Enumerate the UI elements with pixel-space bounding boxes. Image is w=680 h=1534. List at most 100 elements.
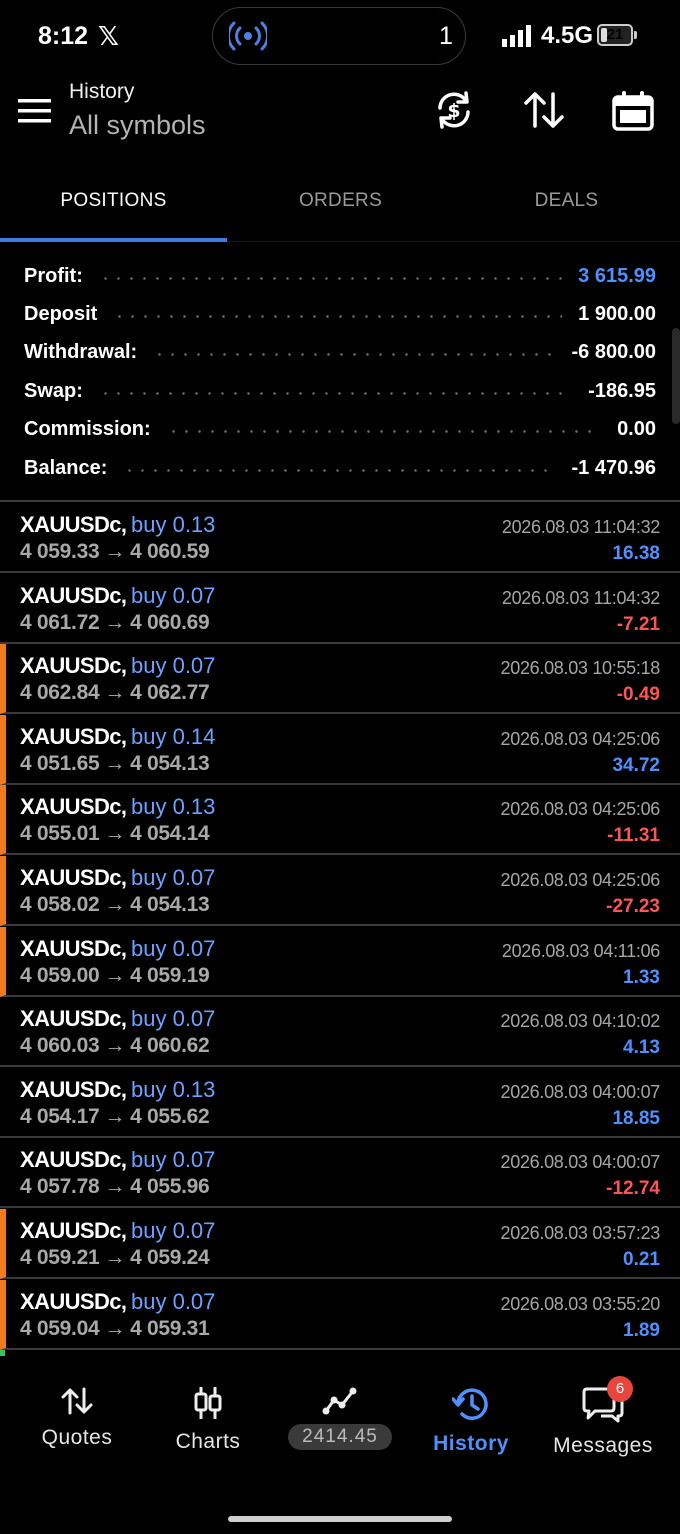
price-arrow-icon: → bbox=[104, 822, 126, 846]
position-profit: 1.33 bbox=[623, 966, 660, 988]
nav-charts[interactable]: Charts bbox=[140, 1386, 276, 1454]
position-side-volume: buy 0.07 bbox=[131, 1147, 216, 1173]
position-row[interactable]: XAUUSDc, buy 0.07 4 059.00 → 4 059.19 2026.08… bbox=[0, 926, 680, 997]
price-arrow-icon: → bbox=[104, 1175, 126, 1199]
position-row[interactable]: XAUUSDc, buy 0.14 4 051.65 → 4 054.13 2026.08… bbox=[0, 714, 680, 785]
live-broadcast-icon bbox=[229, 21, 267, 51]
position-symbol: XAUUSDc, bbox=[20, 1218, 127, 1243]
bottom-navigation: Quotes Charts 2414.45 History 6 Messages bbox=[0, 1356, 680, 1534]
summary-label: Profit: bbox=[24, 264, 83, 287]
scrollbar-handle[interactable] bbox=[672, 328, 680, 424]
home-indicator[interactable] bbox=[228, 1516, 452, 1522]
open-price: 4 059.00 bbox=[20, 963, 100, 987]
unread-badge: 6 bbox=[607, 1376, 633, 1402]
nav-history[interactable]: History bbox=[403, 1386, 539, 1456]
position-row[interactable]: XAUUSDc, buy 0.07 4 059.21 → 4 059.24 2026.08… bbox=[0, 1209, 680, 1279]
tab-positions[interactable]: POSITIONS bbox=[0, 190, 227, 212]
position-profit: -7.21 bbox=[616, 613, 660, 635]
position-row[interactable]: XAUUSDc, buy 0.07 4 062.84 → 4 062.77 2026.08… bbox=[0, 644, 680, 715]
active-tab-indicator bbox=[0, 238, 227, 242]
position-time: 2026.08.03 04:00:07 bbox=[500, 1152, 661, 1173]
position-symbol: XAUUSDc, bbox=[20, 1147, 127, 1173]
close-price: 4 054.13 bbox=[130, 893, 210, 916]
summary-divider bbox=[0, 500, 680, 502]
position-symbol: XAUUSDc, bbox=[20, 1076, 127, 1102]
price-arrow-icon: → bbox=[104, 1316, 126, 1340]
position-row[interactable]: XAUUSDc, buy 0.07 4 060.03 → 4 060.62 2026.08… bbox=[0, 997, 680, 1068]
position-row[interactable]: XAUUSDc, buy 0.07 4 061.72 → 4 060.69 2026.08… bbox=[0, 574, 680, 644]
history-clock-icon bbox=[452, 1388, 488, 1420]
dynamic-island-pill[interactable]: 1 bbox=[212, 7, 466, 65]
close-price: 4 054.14 bbox=[130, 822, 210, 846]
position-side-volume: buy 0.07 bbox=[131, 1288, 216, 1314]
price-arrow-icon: → bbox=[104, 1104, 126, 1128]
close-price: 4 055.96 bbox=[130, 1175, 210, 1199]
position-row[interactable]: XAUUSDc, buy 0.13 4 054.17 → 4 055.62 2026.08… bbox=[0, 1068, 680, 1138]
position-prices: 4 059.21 → 4 059.24 bbox=[20, 1246, 210, 1270]
summary-value: 1 900.00 bbox=[578, 302, 656, 325]
dot-leader bbox=[113, 314, 563, 318]
price-arrow-icon: → bbox=[104, 893, 126, 916]
position-side-volume: buy 0.07 bbox=[131, 1006, 216, 1032]
open-price: 4 062.84 bbox=[20, 681, 100, 705]
price-arrow-icon: → bbox=[104, 610, 126, 634]
close-price: 4 060.69 bbox=[130, 610, 210, 634]
battery-tip bbox=[634, 31, 637, 39]
close-price: 4 059.31 bbox=[130, 1316, 210, 1340]
position-row[interactable]: XAUUSDc, buy 0.13 4 059.33 → 4 060.59 2026.08… bbox=[0, 503, 680, 573]
position-symbol: XAUUSDc, bbox=[20, 1006, 127, 1032]
summary-label: Commission: bbox=[24, 417, 151, 440]
price-arrow-icon: → bbox=[104, 540, 126, 563]
position-prices: 4 055.01 → 4 054.14 bbox=[20, 822, 210, 846]
calendar-icon[interactable] bbox=[611, 88, 655, 132]
symbol-filter-title[interactable]: All symbols bbox=[69, 110, 206, 141]
open-price: 4 051.65 bbox=[20, 751, 100, 775]
price-arrow-icon: → bbox=[104, 751, 126, 775]
battery-icon: 21 bbox=[597, 24, 637, 46]
position-row[interactable]: XAUUSDc, buy 0.07 4 057.78 → 4 055.96 2026.08… bbox=[0, 1138, 680, 1209]
position-profit: 1.89 bbox=[623, 1319, 660, 1341]
position-symbol: XAUUSDc, bbox=[20, 653, 127, 679]
nav-quotes[interactable]: Quotes bbox=[9, 1386, 145, 1450]
open-price: 4 057.78 bbox=[20, 1175, 100, 1199]
position-prices: 4 054.17 → 4 055.62 bbox=[20, 1104, 210, 1129]
position-symbol: XAUUSDc, bbox=[20, 723, 127, 749]
position-row[interactable]: XAUUSDc, buy 0.13 4 055.01 → 4 054.14 2026.08… bbox=[0, 785, 680, 856]
position-time: 2026.08.03 11:04:32 bbox=[501, 517, 660, 537]
position-prices: 4 059.33 → 4 060.59 bbox=[20, 540, 210, 564]
trend-line-icon bbox=[322, 1387, 357, 1415]
candlestick-icon bbox=[194, 1387, 222, 1419]
nav-messages[interactable]: 6 Messages bbox=[535, 1376, 671, 1458]
position-side-volume: buy 0.07 bbox=[131, 865, 216, 890]
sync-currency-icon[interactable]: $ bbox=[432, 88, 476, 132]
position-side-volume: buy 0.13 bbox=[131, 794, 216, 820]
dot-leader bbox=[166, 429, 602, 433]
open-price: 4 058.02 bbox=[20, 893, 100, 916]
summary-label: Balance: bbox=[24, 456, 108, 479]
tab-deals[interactable]: DEALS bbox=[453, 190, 680, 212]
summary-deposit: Deposit 1 900.00 bbox=[24, 296, 656, 332]
position-prices: 4 059.04 → 4 059.31 bbox=[20, 1316, 210, 1341]
summary-profit: Profit: 3 615.99 bbox=[24, 258, 656, 294]
position-time: 2026.08.03 03:57:23 bbox=[500, 1223, 661, 1243]
position-profit: -27.23 bbox=[606, 896, 660, 917]
position-side-volume: buy 0.07 bbox=[131, 1218, 216, 1243]
dot-leader bbox=[153, 352, 556, 356]
position-side-volume: buy 0.07 bbox=[131, 653, 216, 679]
close-price: 4 062.77 bbox=[130, 681, 210, 705]
nav-label: History bbox=[433, 1432, 509, 1455]
nav-trade[interactable]: 2414.45 bbox=[272, 1386, 408, 1450]
price-arrow-icon: → bbox=[104, 681, 126, 705]
notification-count: 1 bbox=[439, 22, 453, 50]
summary-label: Swap: bbox=[24, 379, 83, 402]
position-row[interactable]: XAUUSDc, buy 0.07 4 059.04 → 4 059.31 2026.08… bbox=[0, 1279, 680, 1350]
tab-orders[interactable]: ORDERS bbox=[227, 190, 454, 212]
hamburger-menu-icon[interactable] bbox=[18, 99, 52, 123]
position-row[interactable]: XAUUSDc, buy 0.07 4 058.02 → 4 054.13 2026.08… bbox=[0, 856, 680, 926]
nav-label: Messages bbox=[553, 1434, 653, 1457]
sort-arrows-icon[interactable] bbox=[522, 88, 566, 132]
position-profit: 34.72 bbox=[612, 754, 660, 776]
position-prices: 4 061.72 → 4 060.69 bbox=[20, 610, 210, 635]
quotes-arrows-icon bbox=[61, 1387, 93, 1415]
position-profit: -12.74 bbox=[606, 1178, 660, 1200]
